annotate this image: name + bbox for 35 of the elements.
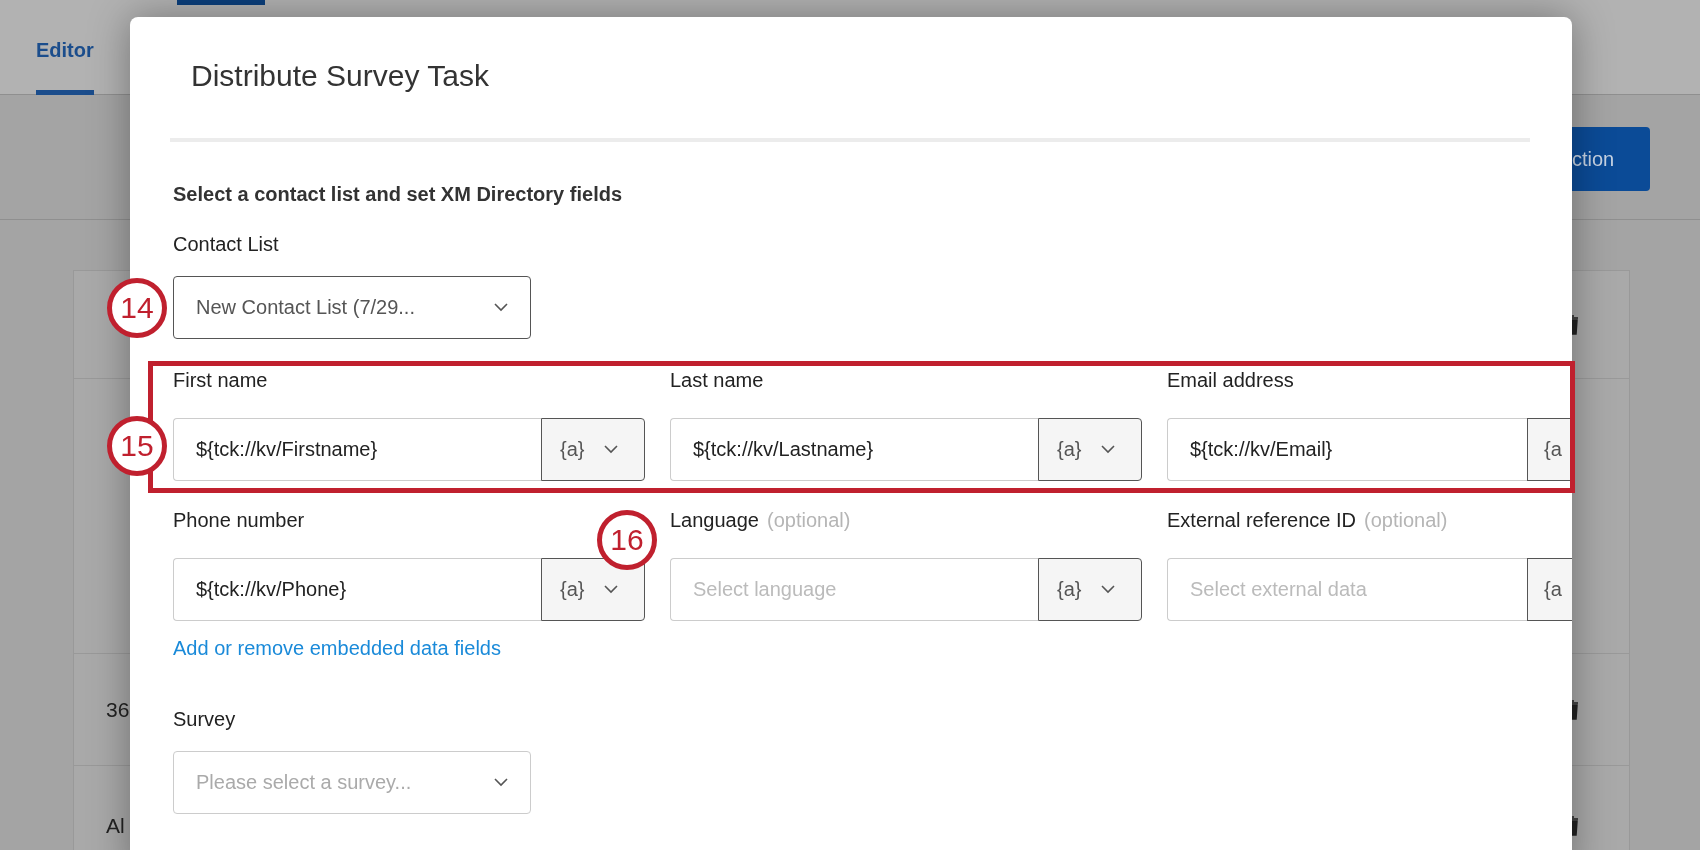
field-label: Last name xyxy=(670,369,764,392)
text-field[interactable]: Select external data xyxy=(1167,558,1527,621)
chevron-down-icon xyxy=(494,778,508,787)
field-label: External reference ID xyxy=(1167,509,1356,532)
field-label: First name xyxy=(173,369,268,392)
field-label: Email address xyxy=(1167,369,1294,392)
tab[interactable]: Editor xyxy=(36,0,94,95)
text-field[interactable]: ${tck://kv/Email} xyxy=(1167,418,1527,481)
field-label: Language xyxy=(670,509,759,532)
row-text: 36 xyxy=(106,697,130,722)
chevron-down-icon xyxy=(604,585,619,594)
row-text: Al xyxy=(106,813,125,838)
field-label: Contact List xyxy=(173,233,280,256)
piped-text-button[interactable]: {a xyxy=(1527,418,1572,481)
chevron-down-icon xyxy=(1101,585,1116,594)
dialog-title: Distribute Survey Task xyxy=(190,58,490,94)
contact-list-dropdown[interactable]: New Contact List (7/29... xyxy=(173,276,531,339)
chevron-down-icon xyxy=(494,303,508,312)
field-label: Survey xyxy=(173,708,237,731)
field-label: Phone number xyxy=(173,509,305,532)
embedded-data-link[interactable]: Add or remove embedded data fields xyxy=(173,637,501,660)
optional-hint: (optional) xyxy=(767,509,851,532)
piped-text-button[interactable]: {a} xyxy=(1038,418,1142,481)
piped-text-button[interactable]: {a} xyxy=(541,418,645,481)
chevron-down-icon xyxy=(604,445,619,454)
section-heading: Select a contact list and set XM Directory fields xyxy=(173,183,624,206)
text-field[interactable]: ${tck://kv/Firstname} xyxy=(173,418,541,481)
piped-text-button[interactable]: {a} xyxy=(1038,558,1142,621)
text-field[interactable]: ${tck://kv/Phone} xyxy=(173,558,541,621)
optional-hint: (optional) xyxy=(1364,509,1448,532)
text-field[interactable]: Select language xyxy=(670,558,1038,621)
piped-text-button[interactable]: {a xyxy=(1527,558,1572,621)
text-field[interactable]: ${tck://kv/Lastname} xyxy=(670,418,1038,481)
piped-text-button[interactable]: {a} xyxy=(541,558,645,621)
chevron-down-icon xyxy=(1101,445,1116,454)
